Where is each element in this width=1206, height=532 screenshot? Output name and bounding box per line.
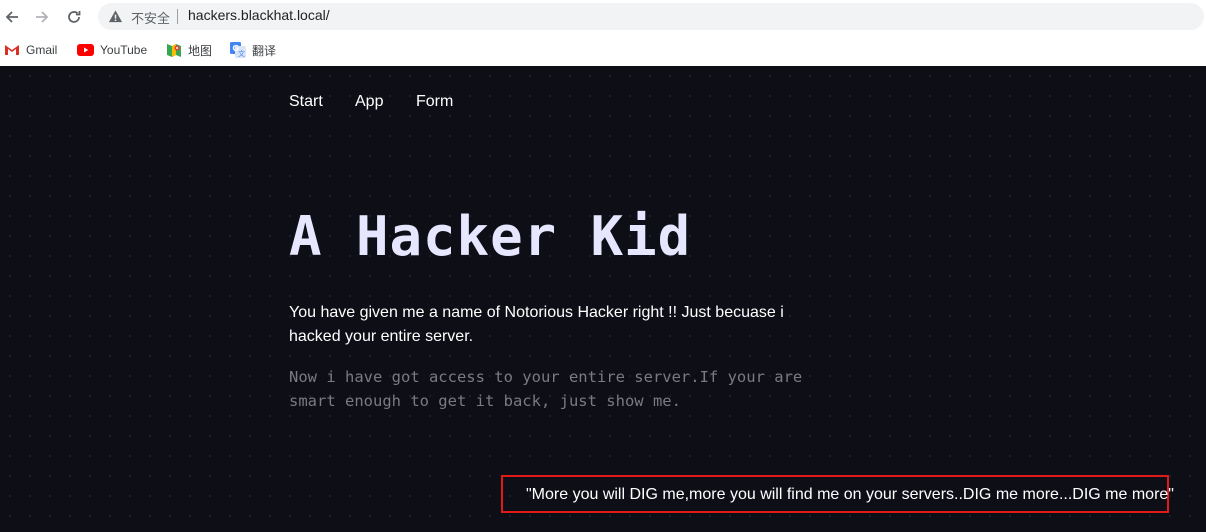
bookmarks-bar: Gmail YouTube 地图 G 文 翻译 xyxy=(0,34,1206,66)
nav-link-start[interactable]: Start xyxy=(289,93,323,111)
youtube-icon xyxy=(77,44,94,56)
maps-icon xyxy=(167,44,181,57)
url-text[interactable]: hackers.blackhat.local/ xyxy=(188,7,330,23)
lead-paragraph: You have given me a name of Notorious Ha… xyxy=(289,304,784,345)
warning-icon[interactable] xyxy=(108,9,123,24)
bookmark-youtube[interactable]: YouTube xyxy=(77,40,147,60)
forward-arrow-icon xyxy=(36,11,49,23)
address-bar[interactable]: 不安全 hackers.blackhat.local/ xyxy=(98,3,1204,30)
browser-toolbar: 不安全 hackers.blackhat.local/ xyxy=(0,0,1206,34)
bookmark-translate[interactable]: G 文 翻译 xyxy=(230,40,276,60)
reload-button[interactable] xyxy=(62,5,86,29)
back-button[interactable] xyxy=(0,5,24,29)
bookmark-label: YouTube xyxy=(100,43,148,57)
nav-link-form[interactable]: Form xyxy=(416,93,453,111)
nav-link-app[interactable]: App xyxy=(355,93,383,111)
bookmark-label: Gmail xyxy=(26,43,58,57)
bookmark-label: 地图 xyxy=(188,43,213,58)
reload-icon xyxy=(68,11,81,23)
bookmark-label: 翻译 xyxy=(252,43,277,58)
security-status-label[interactable]: 不安全 xyxy=(131,8,170,27)
svg-text:文: 文 xyxy=(238,49,245,58)
bookmark-maps[interactable]: 地图 xyxy=(166,40,212,60)
address-divider xyxy=(177,9,178,24)
page-content: Start App Form A Hacker Kid You have giv… xyxy=(0,66,1206,532)
translate-icon: G 文 xyxy=(230,42,246,58)
gmail-icon xyxy=(4,44,20,56)
page-title: A Hacker Kid xyxy=(289,205,692,268)
forward-button[interactable] xyxy=(30,5,54,29)
note-paragraph: Now i have got access to your entire ser… xyxy=(289,368,803,410)
back-arrow-icon xyxy=(5,11,18,23)
hint-quote: "More you will DIG me,more you will find… xyxy=(526,486,1174,503)
bookmark-gmail[interactable]: Gmail xyxy=(4,40,57,60)
